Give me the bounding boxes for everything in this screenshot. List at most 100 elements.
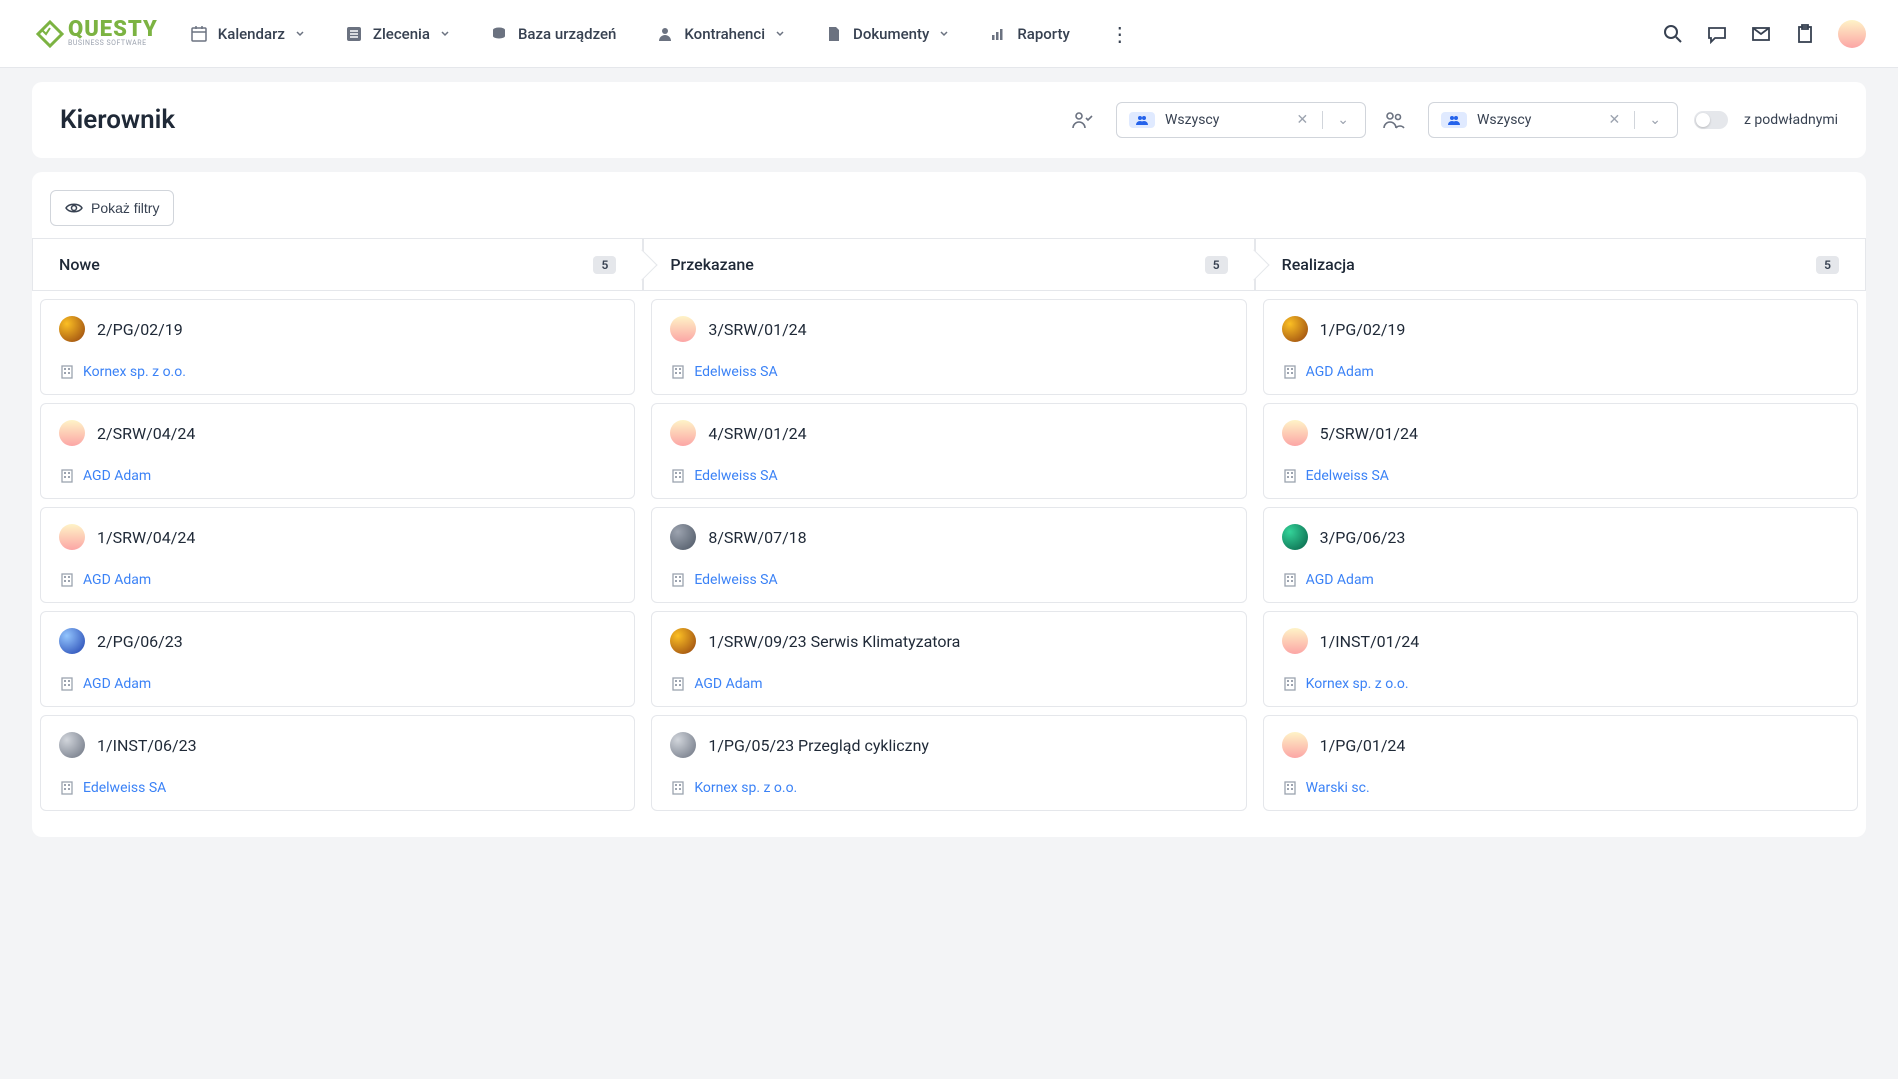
task-card[interactable]: 2/PG/02/19 Kornex sp. z o.o. [40, 299, 635, 395]
company-link[interactable]: Edelweiss SA [1306, 468, 1389, 484]
nav-label: Baza urządzeń [518, 25, 616, 43]
list-icon [345, 25, 363, 43]
assignee-avatar [1282, 628, 1308, 654]
assignee-avatar [59, 732, 85, 758]
task-card[interactable]: 4/SRW/01/24Edelweiss SA [651, 403, 1246, 499]
content: Pokaż filtry Nowe5 2/PG/02/19 Kornex sp. z… [32, 172, 1866, 837]
task-card[interactable]: 1/INST/01/24Kornex sp. z o.o. [1263, 611, 1858, 707]
nav-documents[interactable]: Dokumenty [825, 25, 949, 43]
task-card[interactable]: 1/PG/02/19 AGD Adam [1263, 299, 1858, 395]
company-link[interactable]: Warski sc. [1306, 780, 1370, 796]
kanban-column: Przekazane53/SRW/01/24Edelweiss SA4/SRW/… [643, 238, 1254, 819]
column-header[interactable]: Przekazane5 [643, 238, 1254, 291]
group-filter-select[interactable]: Wszyscy ✕ ⌄ [1428, 102, 1678, 138]
task-card[interactable]: 1/SRW/09/23 Serwis Klimatyzatora AGD Adam [651, 611, 1246, 707]
company-link[interactable]: AGD Adam [83, 468, 151, 484]
nav-orders[interactable]: Zlecenia [345, 25, 450, 43]
task-card[interactable]: 3/SRW/01/24Edelweiss SA [651, 299, 1246, 395]
user-filter-select[interactable]: Wszyscy ✕ ⌄ [1116, 102, 1366, 138]
more-menu[interactable]: ⋮ [1110, 22, 1130, 46]
task-card[interactable]: 1/INST/06/23Edelweiss SA [40, 715, 635, 811]
column-header[interactable]: Nowe5 [32, 238, 643, 291]
card-title: 8/SRW/07/18 [708, 528, 806, 547]
company-link[interactable]: Kornex sp. z o.o. [694, 780, 797, 796]
toggle-label: z podwładnymi [1744, 112, 1838, 128]
document-icon [825, 25, 843, 43]
building-icon [670, 780, 686, 796]
show-filters-button[interactable]: Pokaż filtry [50, 190, 174, 226]
building-icon [59, 468, 75, 484]
card-title: 2/PG/02/19 [97, 320, 183, 339]
chat-icon-button[interactable] [1706, 23, 1728, 45]
chevron-down-icon[interactable]: ⌄ [1333, 112, 1353, 128]
building-icon [670, 364, 686, 380]
person-icon [656, 25, 674, 43]
bar-chart-icon [989, 25, 1007, 43]
search-icon-button[interactable] [1662, 23, 1684, 45]
company-link[interactable]: Edelweiss SA [694, 468, 777, 484]
column-count: 5 [593, 256, 616, 274]
nav-reports[interactable]: Raporty [989, 25, 1069, 43]
mail-icon-button[interactable] [1750, 23, 1772, 45]
assignee-avatar [59, 316, 85, 342]
user-avatar[interactable] [1838, 20, 1866, 48]
chevron-down-icon [775, 29, 785, 39]
company-link[interactable]: Kornex sp. z o.o. [83, 364, 186, 380]
nav-contractors[interactable]: Kontrahenci [656, 25, 785, 43]
task-card[interactable]: 5/SRW/01/24Edelweiss SA [1263, 403, 1858, 499]
column-title: Przekazane [670, 255, 1204, 274]
assignee-avatar [1282, 316, 1308, 342]
task-card[interactable]: 1/SRW/04/24AGD Adam [40, 507, 635, 603]
nav-calendar[interactable]: Kalendarz [190, 25, 305, 43]
assignee-avatar [59, 524, 85, 550]
assignee-avatar [59, 628, 85, 654]
nav-label: Kalendarz [218, 25, 285, 43]
company-link[interactable]: Edelweiss SA [694, 364, 777, 380]
column-cards: 1/PG/02/19 AGD Adam 5/SRW/01/24Edelweiss S… [1255, 291, 1866, 819]
clipboard-icon-button[interactable] [1794, 23, 1816, 45]
subordinates-toggle[interactable] [1694, 111, 1728, 129]
calendar-icon [190, 25, 208, 43]
building-icon [1282, 468, 1298, 484]
building-icon [59, 780, 75, 796]
building-icon [1282, 780, 1298, 796]
column-title: Realizacja [1282, 255, 1816, 274]
assign-person-icon-button[interactable] [1070, 108, 1094, 132]
task-card[interactable]: 1/PG/05/23 Przegląd cyklicznyKornex sp. … [651, 715, 1246, 811]
database-icon [490, 25, 508, 43]
task-card[interactable]: 2/SRW/04/24 AGD Adam [40, 403, 635, 499]
company-link[interactable]: AGD Adam [83, 572, 151, 588]
column-header[interactable]: Realizacja5 [1255, 238, 1866, 291]
task-card[interactable]: 3/PG/06/23AGD Adam [1263, 507, 1858, 603]
task-card[interactable]: 2/PG/06/23AGD Adam [40, 611, 635, 707]
card-title: 2/SRW/04/24 [97, 424, 195, 443]
clear-icon[interactable]: ✕ [1293, 112, 1313, 128]
card-title: 1/SRW/09/23 Serwis Klimatyzatora [708, 632, 960, 651]
company-link[interactable]: AGD Adam [1306, 572, 1374, 588]
task-card[interactable]: 1/PG/01/24Warski sc. [1263, 715, 1858, 811]
search-icon [1663, 24, 1683, 44]
group-icon-button[interactable] [1382, 108, 1406, 132]
main-nav: Kalendarz Zlecenia Baza urządzeń Kontrah… [190, 22, 1662, 46]
company-link[interactable]: Kornex sp. z o.o. [1306, 676, 1409, 692]
title-bar: Kierownik Wszyscy ✕ ⌄ Wszyscy ✕ ⌄ z podw… [32, 82, 1866, 158]
building-icon [59, 676, 75, 692]
card-title: 1/PG/02/19 [1320, 320, 1406, 339]
company-link[interactable]: AGD Adam [83, 676, 151, 692]
company-link[interactable]: Edelweiss SA [83, 780, 166, 796]
company-link[interactable]: Edelweiss SA [694, 572, 777, 588]
chevron-down-icon [295, 29, 305, 39]
nav-devices[interactable]: Baza urządzeń [490, 25, 616, 43]
group-badge [1129, 112, 1155, 128]
company-link[interactable]: AGD Adam [694, 676, 762, 692]
clear-icon[interactable]: ✕ [1605, 112, 1625, 128]
logo-mark-icon [32, 16, 68, 52]
logo[interactable]: QUESTY BUSINESS SOFTWARE [32, 16, 158, 52]
button-label: Pokaż filtry [91, 200, 159, 216]
building-icon [1282, 572, 1298, 588]
logo-subtext: BUSINESS SOFTWARE [68, 39, 158, 47]
column-cards: 3/SRW/01/24Edelweiss SA4/SRW/01/24Edelwe… [643, 291, 1254, 819]
company-link[interactable]: AGD Adam [1306, 364, 1374, 380]
chevron-down-icon[interactable]: ⌄ [1645, 112, 1665, 128]
task-card[interactable]: 8/SRW/07/18 Edelweiss SA [651, 507, 1246, 603]
